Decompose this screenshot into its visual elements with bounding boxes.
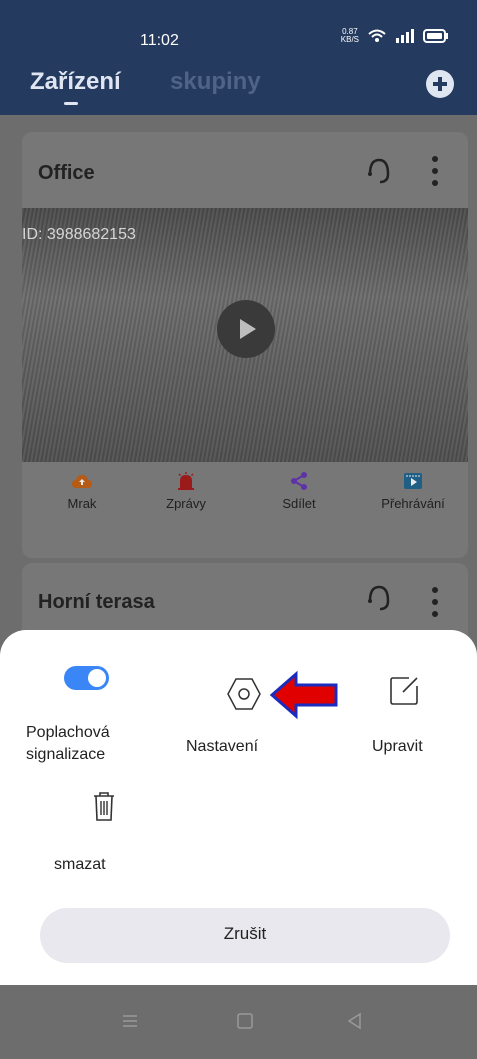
cancel-button[interactable]: Zrušit bbox=[40, 908, 450, 963]
edit-icon[interactable] bbox=[387, 674, 421, 708]
more-options-icon[interactable] bbox=[432, 156, 438, 186]
app-header: Zařízení skupiny bbox=[0, 60, 477, 115]
alarm-toggle[interactable] bbox=[64, 666, 109, 690]
device-name: Office bbox=[38, 162, 95, 184]
device-actions: Mrak Zprávy Sdílet Přehrávání bbox=[22, 472, 468, 532]
tab-groups[interactable]: skupiny bbox=[170, 68, 261, 96]
menu-icon[interactable] bbox=[120, 1011, 140, 1031]
support-headset-icon[interactable] bbox=[366, 583, 392, 613]
clock: 11:02 bbox=[140, 32, 179, 49]
alarm-icon bbox=[178, 472, 194, 490]
wifi-icon bbox=[368, 29, 386, 42]
signal-icon bbox=[396, 29, 414, 43]
device-list: Office ID: 3988682153 Mrak Zprávy Sdílet… bbox=[0, 115, 477, 655]
device-name: Horní terasa bbox=[38, 591, 155, 613]
edit-label[interactable]: Upravit bbox=[372, 736, 423, 758]
playback-icon bbox=[404, 473, 422, 489]
status-bar: 11:02 0.87 KB/S bbox=[0, 0, 477, 60]
cloud-action[interactable]: Mrak bbox=[52, 472, 112, 511]
alarm-label: Poplachová signalizace bbox=[26, 724, 110, 763]
delete-label[interactable]: smazat bbox=[54, 854, 106, 876]
red-arrow-annotation bbox=[270, 670, 338, 720]
settings-hex-icon[interactable] bbox=[226, 674, 262, 714]
share-icon bbox=[291, 472, 307, 490]
share-action[interactable]: Sdílet bbox=[269, 472, 329, 511]
device-card: Office ID: 3988682153 Mrak Zprávy Sdílet… bbox=[22, 132, 468, 558]
settings-label[interactable]: Nastavení bbox=[186, 736, 258, 758]
support-headset-icon[interactable] bbox=[366, 156, 392, 186]
trash-icon[interactable] bbox=[92, 790, 116, 822]
options-bottom-sheet: Poplachová signalizace Nastavení Upravit… bbox=[0, 630, 477, 985]
play-icon[interactable] bbox=[217, 300, 275, 358]
battery-icon bbox=[423, 29, 448, 43]
system-nav-bar bbox=[0, 985, 477, 1059]
add-device-icon[interactable] bbox=[426, 70, 454, 98]
net-speed: 0.87 KB/S bbox=[340, 27, 359, 44]
device-id-overlay: ID: 3988682153 bbox=[22, 226, 136, 243]
home-icon[interactable] bbox=[235, 1011, 255, 1031]
status-icons: 0.87 KB/S bbox=[341, 28, 449, 44]
playback-action[interactable]: Přehrávání bbox=[368, 472, 458, 511]
tab-devices[interactable]: Zařízení bbox=[30, 68, 121, 96]
camera-preview[interactable]: ID: 3988682153 bbox=[22, 208, 468, 462]
alerts-action[interactable]: Zprávy bbox=[156, 472, 216, 511]
cloud-icon bbox=[72, 475, 92, 488]
back-icon[interactable] bbox=[345, 1011, 365, 1031]
more-options-icon[interactable] bbox=[432, 587, 438, 617]
active-tab-indicator bbox=[64, 102, 78, 105]
